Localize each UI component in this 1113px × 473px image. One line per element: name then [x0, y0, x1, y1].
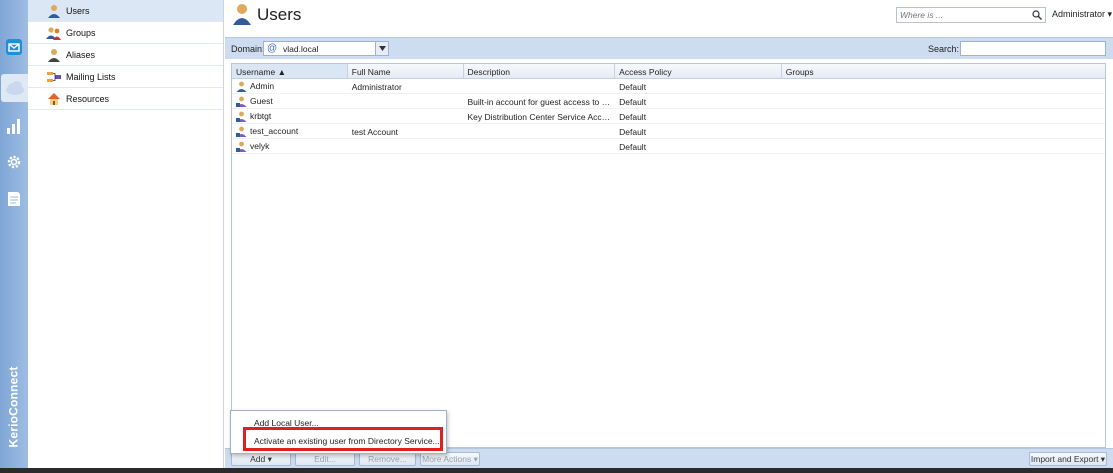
users-title-icon [232, 3, 252, 25]
alias-icon [46, 47, 62, 63]
user-icon [46, 3, 62, 19]
search-input[interactable] [960, 41, 1106, 56]
cell-full-name [348, 109, 464, 123]
logs-icon[interactable] [4, 189, 24, 209]
directory-user-icon [236, 141, 247, 152]
cell-full-name [348, 139, 464, 153]
mailing-list-icon [46, 69, 62, 85]
sidebar-item-resources[interactable]: Resources [28, 88, 223, 110]
where-is-input[interactable] [897, 8, 1027, 22]
group-icon [46, 25, 62, 41]
sidebar-item-label: Users [66, 5, 90, 16]
cell-username: test_account [250, 126, 299, 136]
cell-username: velyk [250, 141, 270, 151]
domain-select[interactable]: @ vlad.local [263, 41, 389, 56]
cell-full-name: test Account [351, 127, 399, 137]
table-row[interactable]: krbtgt Key Distribution Center Service A… [232, 109, 1105, 124]
column-description[interactable]: Description [464, 64, 616, 78]
resource-icon [46, 91, 62, 107]
search-icon[interactable] [1032, 10, 1042, 20]
cell-description: Built-in account for guest access to the… [467, 97, 616, 107]
admin-menu[interactable]: Administrator ▾ [1052, 9, 1112, 20]
column-access-policy[interactable]: Access Policy [615, 64, 782, 78]
cell-username: Guest [250, 96, 273, 106]
edit-button[interactable]: Edit... [295, 452, 355, 466]
chevron-down-icon[interactable] [375, 42, 388, 55]
users-cloud-icon[interactable] [1, 74, 28, 102]
cell-groups [782, 94, 1105, 108]
import-export-button[interactable]: Import and Export ▾ [1029, 452, 1107, 466]
sidebar-item-label: Resources [66, 93, 110, 104]
header: Users Administrator ▾ [225, 0, 1113, 34]
directory-user-icon [236, 96, 247, 107]
filter-toolbar: Domain: @ vlad.local Search: [225, 37, 1113, 59]
directory-user-icon [236, 126, 247, 137]
domain-value: vlad.local [283, 44, 319, 54]
cell-groups [782, 124, 1105, 138]
sidebar: Users Groups Aliases Mailing Lists Resou… [28, 0, 224, 473]
cell-access-policy: Default [619, 112, 647, 122]
cell-access-policy: Default [619, 127, 647, 137]
cell-groups [782, 109, 1105, 123]
sidebar-item-groups[interactable]: Groups [28, 22, 223, 44]
remove-button[interactable]: Remove... [359, 452, 416, 466]
main-panel: Users Administrator ▾ Domain: @ vlad.loc… [225, 0, 1113, 473]
sidebar-item-aliases[interactable]: Aliases [28, 44, 223, 66]
more-actions-button[interactable]: More Actions ▾ [420, 452, 480, 466]
sidebar-item-label: Aliases [66, 49, 96, 60]
add-button[interactable]: Add ▾ [231, 452, 291, 466]
users-table: Username ▲ Full Name Description Access … [231, 63, 1106, 448]
table-row[interactable]: Admin Administrator Default [232, 79, 1105, 94]
brand-name: KerioConnect [7, 366, 22, 448]
column-username[interactable]: Username ▲ [232, 64, 348, 78]
admin-user-icon [236, 81, 247, 92]
cell-groups [782, 79, 1105, 93]
cell-description [463, 124, 615, 138]
cell-username: krbtgt [250, 111, 272, 121]
column-groups[interactable]: Groups [782, 64, 1105, 78]
status-icon[interactable] [4, 116, 24, 136]
sidebar-item-label: Mailing Lists [66, 71, 116, 82]
cell-description [463, 139, 615, 153]
brand-logo: KerioConnect [2, 347, 26, 467]
cell-access-policy: Default [619, 142, 647, 152]
page-title: Users [257, 5, 302, 24]
table-row[interactable]: test_account test Account Default [232, 124, 1105, 139]
settings-icon[interactable] [4, 152, 24, 172]
cell-access-policy: Default [619, 97, 647, 107]
table-header: Username ▲ Full Name Description Access … [232, 64, 1105, 79]
cell-full-name: Administrator [351, 82, 402, 92]
domain-label: Domain: [231, 44, 265, 54]
directory-user-icon [236, 111, 247, 122]
mail-icon[interactable] [4, 37, 24, 57]
cell-description [463, 79, 615, 93]
cell-username: Admin [250, 81, 275, 91]
highlight-box [243, 427, 443, 451]
where-is-search[interactable] [896, 7, 1046, 23]
sidebar-item-label: Groups [66, 27, 96, 38]
cell-description: Key Distribution Center Service Account [467, 112, 616, 122]
sidebar-item-mailing-lists[interactable]: Mailing Lists [28, 66, 223, 88]
table-row[interactable]: Guest Built-in account for guest access … [232, 94, 1105, 109]
cell-groups [782, 139, 1105, 153]
cell-access-policy: Default [619, 82, 647, 92]
sidebar-item-users[interactable]: Users [28, 0, 223, 22]
table-row[interactable]: velyk Default [232, 139, 1105, 154]
column-full-name[interactable]: Full Name [348, 64, 464, 78]
taskbar-strip [0, 468, 1113, 473]
at-icon: @ [267, 43, 278, 54]
search-label: Search: [928, 44, 960, 54]
cell-full-name [348, 94, 464, 108]
app-rail: KerioConnect [0, 0, 28, 473]
